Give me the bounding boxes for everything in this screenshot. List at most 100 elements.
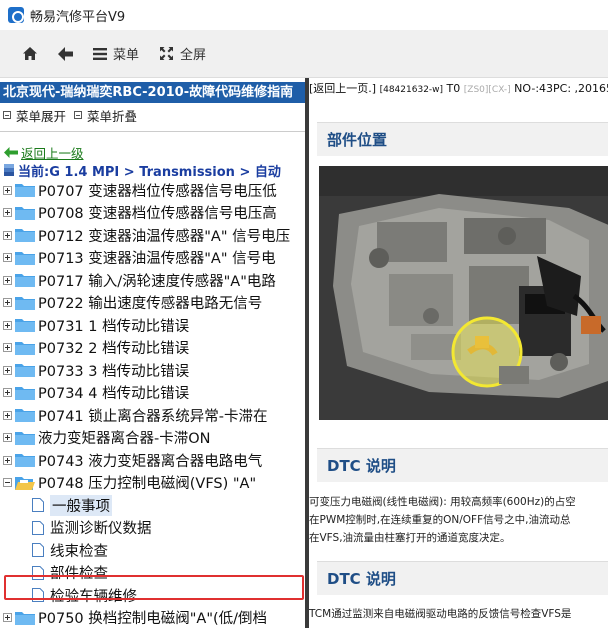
tree-child-item[interactable]: 监测诊断仪数据 (0, 517, 305, 540)
tree-item[interactable]: P0741 锁止离合器系统异常-卡滞在 (0, 404, 305, 427)
folder-icon (15, 386, 35, 400)
expand-toggle-icon[interactable] (3, 185, 12, 195)
vehicle-header: 北京现代-瑞纳瑞奕RBC-2010-故障代码维修指南 (0, 82, 305, 103)
expand-toggle-icon[interactable] (3, 343, 12, 353)
window-title: 畅易汽修平台V9 (30, 9, 126, 25)
tree-item[interactable]: P0733 3 档传动比错误 (0, 359, 305, 382)
expand-toggle-icon[interactable] (3, 253, 12, 263)
tree-item[interactable]: P0743 液力变矩器离合器电路电气 (0, 449, 305, 472)
folder-icon (15, 296, 35, 310)
expand-toggle-icon[interactable] (3, 613, 12, 623)
menu-controls: 菜单展开 菜单折叠 (0, 103, 305, 127)
tree-item[interactable]: P0734 4 档传动比错误 (0, 382, 305, 405)
tree-item[interactable]: P0707 变速器档位传感器信号电压低 (0, 179, 305, 202)
back-link[interactable]: 返回上一级 (21, 143, 84, 162)
expand-toggle-icon[interactable] (3, 455, 12, 465)
tree-child-item[interactable]: 线束检查 (0, 539, 305, 562)
folder-icon (15, 431, 35, 445)
location-icon (4, 163, 14, 176)
expand-toggle-icon[interactable] (3, 320, 12, 330)
tree-item-label: P0713 变速器油温传感器"A" 信号电 (38, 251, 276, 268)
tree-item[interactable]: P0713 变速器油温传感器"A" 信号电 (0, 247, 305, 270)
tree-item[interactable]: P0731 1 档传动比错误 (0, 314, 305, 337)
fullscreen-button[interactable]: 全屏 (159, 39, 206, 69)
section-title-dtc-2: DTC 说明 (317, 561, 608, 595)
collapse-menu-button[interactable]: 菜单折叠 (74, 106, 137, 125)
dtc-tree: P0707 变速器档位传感器信号电压低 P0708 变速器档位传感器信号电压高 … (0, 179, 305, 628)
dtc-detection-line: TCM通过监测来自电磁阀驱动电路的反馈信号检查VFS是 (309, 608, 572, 620)
folder-icon (15, 184, 35, 198)
expand-toggle-icon[interactable] (3, 365, 12, 375)
tree-item[interactable]: P0717 输入/涡轮速度传感器"A"电路 (0, 269, 305, 292)
folder-icon (15, 319, 35, 333)
folder-icon (15, 341, 35, 355)
back-page-link[interactable]: [返回上一页.] (309, 82, 376, 95)
app-logo-icon (8, 7, 24, 23)
collapse-label: 菜单折叠 (87, 108, 138, 124)
expand-toggle-icon[interactable] (3, 388, 12, 398)
menu-label: 菜单 (113, 48, 140, 63)
menu-button[interactable]: 菜单 (93, 39, 139, 69)
tree-item-label: P0708 变速器档位传感器信号电压高 (38, 206, 277, 223)
tree-child-item[interactable]: 部件检查 (0, 562, 305, 585)
folder-icon (15, 251, 35, 265)
tree-child-label: 部件检查 (50, 566, 108, 583)
dtc-description-line: 可变压力电磁阀(线性电磁阀): 用较高频率(600Hz)的占空 (309, 496, 576, 508)
document-icon (32, 543, 44, 558)
tree-item-selected[interactable]: P0748 压力控制电磁阀(VFS) "A" (0, 472, 305, 495)
tree-item-label: P0748 压力控制电磁阀(VFS) "A" (38, 476, 257, 493)
green-back-arrow-icon (4, 146, 18, 158)
info-bar: [返回上一页.] [48421632-w] T0 [ZS0][CX-] NO-:… (309, 78, 608, 100)
document-icon (32, 520, 44, 535)
tree-item-label: P0741 锁止离合器系统异常-卡滞在 (38, 408, 268, 425)
tree-item-label: P0750 换档控制电磁阀"A"(低/倒档 (38, 611, 268, 628)
tree-item-label: P0731 1 档传动比错误 (38, 318, 190, 335)
collapse-icon (74, 111, 83, 119)
tree-item[interactable]: P0722 输出速度传感器电路无信号 (0, 292, 305, 315)
expand-icon (3, 111, 11, 119)
tree-item[interactable]: P0708 变速器档位传感器信号电压高 (0, 202, 305, 225)
tree-item-label: P0743 液力变矩器离合器电路电气 (38, 453, 263, 470)
tree-item-label: P0722 输出速度传感器电路无信号 (38, 296, 263, 313)
content-pane: [返回上一页.] [48421632-w] T0 [ZS0][CX-] NO-:… (309, 78, 608, 628)
component-photo (319, 166, 608, 420)
document-icon (32, 498, 44, 513)
fullscreen-label: 全屏 (180, 48, 207, 63)
nav-pane: 北京现代-瑞纳瑞奕RBC-2010-故障代码维修指南 菜单展开 菜单折叠 返回上… (0, 82, 305, 628)
folder-icon (15, 274, 35, 288)
tree-child-item[interactable]: 一般事项 (0, 494, 305, 517)
tree-item[interactable]: P0712 变速器油温传感器"A" 信号电压 (0, 224, 305, 247)
expand-toggle-icon[interactable] (3, 208, 12, 218)
doc-info: NO-:43PC: ,201655 (514, 82, 608, 95)
expand-toggle-icon[interactable] (3, 410, 12, 420)
tree-item-label: P0732 2 档传动比错误 (38, 341, 190, 358)
valve-body-image (319, 166, 608, 420)
tree-item-label: 液力变矩器离合器-卡滞ON (38, 431, 211, 448)
tree-item[interactable]: P0750 换档控制电磁阀"A"(低/倒档 (0, 607, 305, 628)
back-row: 返回上一级 (0, 143, 305, 161)
tree-child-item[interactable]: 检验车辆维修 (0, 584, 305, 607)
expand-toggle-icon[interactable] (3, 433, 12, 443)
tree-child-label: 线束检查 (50, 543, 108, 560)
section-title-location: 部件位置 (317, 122, 608, 156)
back-button[interactable] (58, 39, 73, 69)
home-button[interactable] (22, 39, 38, 69)
tree-item[interactable]: 液力变矩器离合器-卡滞ON (0, 427, 305, 450)
expand-toggle-icon[interactable] (3, 275, 12, 285)
tree-item-label: P0734 4 档传动比错误 (38, 386, 190, 403)
expand-toggle-icon[interactable] (3, 298, 12, 308)
tree-item[interactable]: P0732 2 档传动比错误 (0, 337, 305, 360)
doc-t0: T0 (446, 82, 461, 95)
doc-id: [48421632-w] (379, 85, 444, 95)
collapse-toggle-icon[interactable] (3, 478, 12, 488)
tree-item-label: P0733 3 档传动比错误 (38, 363, 190, 380)
expand-menu-button[interactable]: 菜单展开 (3, 106, 66, 125)
dtc-description-line: 在VFS,油流量由柱塞打开的通道宽度决定。 (309, 532, 511, 544)
folder-icon (15, 454, 35, 468)
home-icon (23, 47, 37, 60)
document-icon (32, 588, 44, 603)
back-arrow-icon (58, 46, 73, 61)
expand-toggle-icon[interactable] (3, 230, 12, 240)
current-path: 当前:G 1.4 MPI > Transmission > 自动 (0, 161, 305, 179)
document-icon (32, 565, 44, 580)
